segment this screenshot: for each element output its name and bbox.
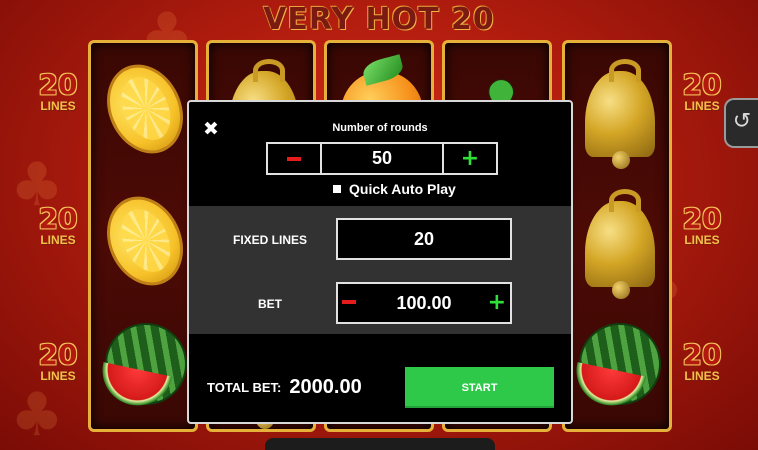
lines-count: 20 [38,202,78,235]
fixed-lines-field: 20 [336,218,512,260]
lines-badge-right-top: 20 LINES [672,70,732,113]
minus-icon [287,156,301,161]
lemon-symbol [92,183,198,298]
rounds-label: Number of rounds [332,122,428,134]
lemon-symbol [92,51,198,166]
bet-stepper: 100.00 + [336,282,512,324]
lines-label: LINES [40,99,76,113]
bet-decrease-button[interactable] [342,300,356,304]
bet-increase-button[interactable]: + [488,284,506,322]
lines-count: 20 [38,338,78,371]
plus-icon: + [460,145,480,171]
watermelon-symbol [96,313,189,423]
bell-symbol [573,59,663,173]
lines-badge-right-bottom: 20 LINES [672,340,732,383]
quick-auto-play-toggle[interactable]: Quick Auto Play [333,180,456,198]
lines-label: LINES [40,233,76,247]
autoplay-dialog: ✖ Number of rounds 50 + Quick Auto Play … [187,100,573,424]
lines-label: LINES [40,369,76,383]
quick-auto-play-checkbox[interactable] [333,185,341,193]
background-clover-icon: ♣ [10,380,64,450]
lines-badge-right-middle: 20 LINES [672,204,732,247]
lines-badge-left-bottom: 20 LINES [28,340,88,383]
fixed-lines-label: FIXED LINES [232,233,307,247]
lines-badge-left-top: 20 LINES [28,70,88,113]
rounds-value[interactable]: 50 [322,144,442,173]
lines-label: LINES [684,99,720,113]
start-button[interactable]: START [405,367,554,408]
lines-label: LINES [684,369,720,383]
watermelon-symbol [570,313,663,423]
lines-count: 20 [38,68,78,101]
game-title: VERY HOT 20 [263,2,495,37]
history-button[interactable]: ↺ [724,98,758,148]
total-bet-label: TOTAL BET: [207,379,282,395]
bell-symbol [573,189,663,303]
total-bet-value: 2000.00 [289,375,362,398]
bet-value: 100.00 [396,293,452,313]
lines-count: 20 [682,202,722,235]
bottom-bar [265,438,495,450]
quick-auto-play-label: Quick Auto Play [349,181,456,197]
lines-badge-left-middle: 20 LINES [28,204,88,247]
fixed-lines-value: 20 [413,229,435,249]
history-icon: ↺ [732,109,752,134]
lines-count: 20 [682,338,722,371]
rounds-decrease-button[interactable] [268,144,322,173]
settings-band: FIXED LINES 20 BET 100.00 + [189,206,571,334]
reel-1 [88,40,198,432]
rounds-increase-button[interactable]: + [442,144,496,173]
bet-label: BET [258,297,282,311]
lines-count: 20 [682,68,722,101]
total-bet: TOTAL BET: 2000.00 [207,374,362,400]
rounds-stepper: 50 + [266,142,498,175]
reel-5 [562,40,672,432]
lines-label: LINES [684,233,720,247]
